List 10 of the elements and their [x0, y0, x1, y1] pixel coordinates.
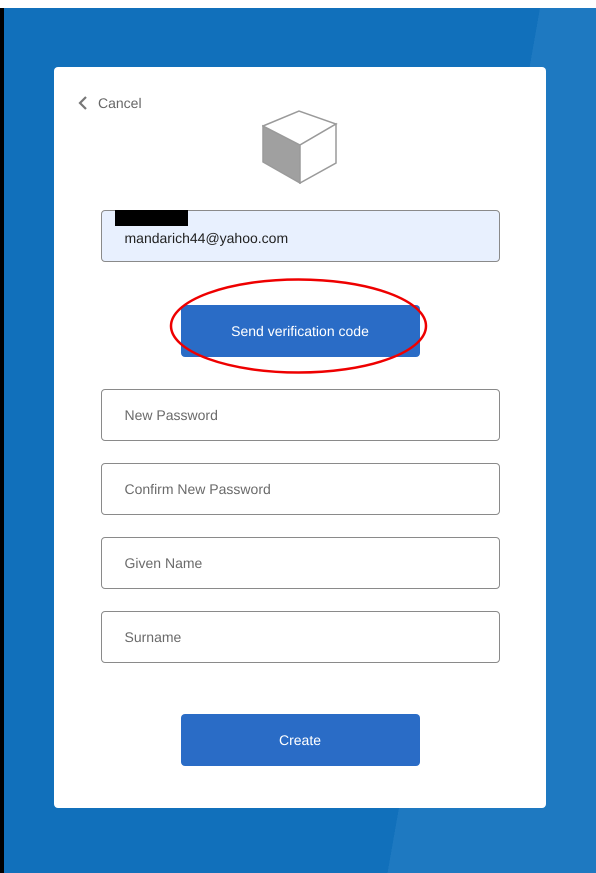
input-field[interactable]: New Password: [100, 389, 500, 441]
input-field[interactable]: Given Name: [100, 537, 500, 589]
cube-icon: [262, 110, 338, 184]
input-field[interactable]: Surname: [100, 611, 500, 663]
chevron-left-icon: [78, 96, 88, 110]
cancel-link[interactable]: Cancel: [78, 94, 142, 112]
email-field[interactable]: mandarich44@yahoo.com: [100, 210, 500, 262]
send-code-button[interactable]: Send verification code: [180, 305, 420, 357]
input-field[interactable]: Confirm New Password: [100, 463, 500, 515]
create-button[interactable]: Create: [180, 714, 420, 766]
